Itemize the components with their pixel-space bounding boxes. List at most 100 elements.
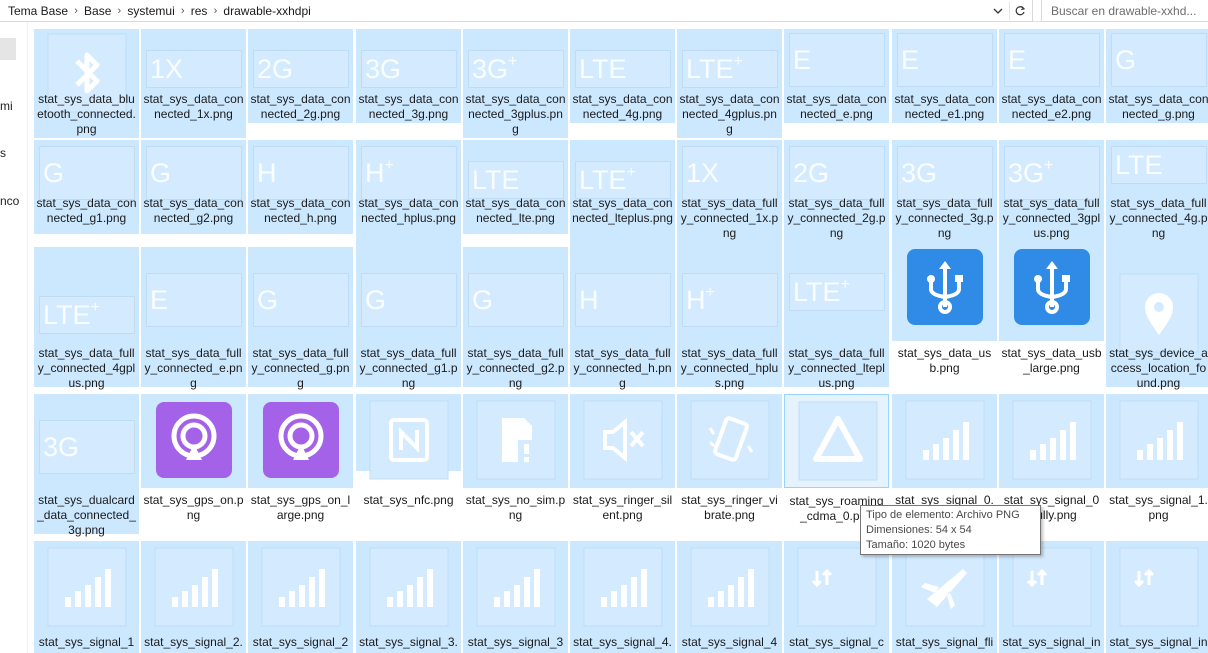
file-item[interactable]: stat_sys_signal_1.png (1106, 394, 1208, 522)
file-name: stat_sys_data_connected_4g.png (572, 92, 673, 121)
search-input[interactable]: Buscar en drawable-xxhd... (1041, 0, 1208, 22)
file-name: stat_sys_data_connected_h.png (250, 196, 351, 225)
network-type-label: LTE+ (686, 52, 743, 84)
file-name: stat_sys_signal_1 (38, 635, 135, 649)
breadcrumb-item[interactable]: Tema Base (8, 4, 68, 18)
file-item[interactable]: stat_sys_ringer_silent.png (570, 394, 675, 522)
file-item[interactable]: stat_sys_signal_in_ (1106, 541, 1208, 653)
network-type-label: H+ (365, 156, 394, 188)
file-name: stat_sys_signal_2 (252, 635, 349, 649)
file-item[interactable]: 3G stat_sys_dualcard_data_connected_3g.pn… (34, 394, 139, 537)
file-thumbnail: LTE (1111, 146, 1207, 184)
file-name: stat_sys_signal_in_ (1109, 635, 1208, 653)
file-thumbnail (905, 547, 985, 627)
file-name: stat_sys_data_fully_connected_h.png (573, 346, 672, 390)
no-sim-icon (476, 400, 556, 480)
file-item[interactable]: stat_sys_signal_3 (463, 541, 568, 653)
file-info-tooltip: Tipo de elemento: Archivo PNG Dimensione… (860, 505, 1041, 555)
file-name: stat_sys_data_connected_e1.png (894, 92, 995, 121)
file-name: stat_sys_ringer_silent.png (572, 493, 673, 522)
network-type-thumbnail: LTE (1111, 146, 1207, 184)
tooltip-dimensions: Dimensiones: 54 x 54 (866, 524, 972, 536)
chevron-right-icon[interactable]: › (175, 5, 191, 17)
file-item[interactable]: stat_sys_nfc.png (356, 394, 461, 507)
file-thumbnail (154, 400, 234, 480)
pane-divider[interactable] (27, 22, 28, 653)
file-item[interactable]: stat_sys_signal_2. (141, 541, 246, 653)
file-item[interactable]: stat_sys_signal_2 (248, 541, 353, 653)
file-item[interactable]: Gstat_sys_data_connected_g.png (1106, 29, 1208, 123)
file-item[interactable]: Estat_sys_data_connected_e1.png (892, 29, 997, 123)
file-item[interactable]: stat_sys_signal_3. (356, 541, 461, 653)
file-item[interactable]: 1X stat_sys_data_fully_connected_1x.png (677, 140, 782, 249)
file-item[interactable]: H+ stat_sys_data_connected_hplus.png (356, 140, 461, 249)
file-item[interactable]: H+ stat_sys_data_fully_connected_hplus.pn… (677, 247, 782, 390)
nav-selected-item[interactable] (0, 38, 16, 60)
nav-item-fragment[interactable]: nco (0, 194, 19, 208)
chevron-right-icon[interactable]: › (111, 5, 127, 17)
file-item[interactable]: Gstat_sys_data_connected_g1.png (34, 140, 139, 234)
file-item[interactable]: Gstat_sys_data_fully_connected_g2.png (463, 247, 568, 390)
file-thumbnail (47, 547, 127, 627)
network-type-label: G (43, 157, 65, 188)
file-item[interactable]: stat_sys_signal_in (999, 541, 1104, 653)
file-name: stat_sys_data_fully_connected_lteplus.pn… (788, 346, 885, 390)
file-item[interactable]: stat_sys_signal_0_fully.png (999, 394, 1104, 522)
file-item[interactable]: stat_sys_data_usb_large.png (999, 247, 1104, 375)
history-dropdown-button[interactable] (989, 2, 1007, 20)
file-item[interactable]: stat_sys_signal_4 (677, 541, 782, 653)
file-thumbnail: G (39, 146, 135, 200)
breadcrumb-item[interactable]: Base (84, 4, 111, 18)
file-item[interactable]: Gstat_sys_data_connected_g2.png (141, 140, 246, 234)
breadcrumb-item[interactable]: systemui (127, 4, 174, 18)
file-item[interactable]: Estat_sys_data_fully_connected_e.png (141, 247, 246, 390)
file-item[interactable]: 3G stat_sys_data_fully_connected_3g.png (892, 140, 997, 249)
nav-item-fragment[interactable]: s (0, 146, 6, 160)
file-item[interactable]: LTE stat_sys_data_connected_4g.png (570, 29, 675, 123)
file-item[interactable]: stat_sys_gps_on_large.png (248, 394, 353, 522)
file-item[interactable]: stat_sys_no_sim.png (463, 394, 568, 522)
file-item[interactable]: stat_sys_signal_0.png (892, 394, 997, 522)
file-item[interactable]: Hstat_sys_data_connected_h.png (248, 140, 353, 234)
file-item[interactable]: stat_sys_gps_on.png (141, 394, 246, 522)
file-item[interactable]: 3G+ stat_sys_data_fully_connected_3gplus.… (999, 140, 1104, 249)
file-item[interactable]: LTE stat_sys_data_connected_lte.png (463, 140, 568, 234)
breadcrumb-item[interactable]: drawable-xxhdpi (223, 4, 310, 18)
file-item[interactable]: LTE+ stat_sys_data_connected_lteplus.png (570, 140, 675, 249)
file-item[interactable]: stat_sys_data_bluetooth_connected.png (34, 29, 139, 138)
file-item[interactable]: stat_sys_data_usb.png (892, 247, 997, 375)
file-item[interactable]: 2G stat_sys_data_connected_2g.png (248, 29, 353, 123)
file-item[interactable]: Estat_sys_data_connected_e2.png (999, 29, 1104, 123)
file-item[interactable]: LTE+ stat_sys_data_fully_connected_lteplu… (784, 247, 889, 390)
refresh-button[interactable] (1009, 2, 1029, 20)
file-item[interactable]: stat_sys_signal_4. (570, 541, 675, 653)
file-item[interactable]: Estat_sys_data_connected_e.png (784, 29, 889, 123)
breadcrumb: Tema Base › Base › systemui › res › draw… (8, 0, 311, 22)
file-item[interactable]: 3G stat_sys_data_connected_3g.png (356, 29, 461, 123)
nav-item-fragment[interactable]: mi (0, 99, 13, 113)
file-item[interactable]: stat_sys_signal_fli (892, 541, 997, 653)
file-item[interactable]: Gstat_sys_data_fully_connected_g.png (248, 247, 353, 390)
tooltip-type: Tipo de elemento: Archivo PNG (866, 509, 1020, 521)
tooltip-size: Tamaño: 1020 bytes (866, 539, 966, 551)
file-thumbnail: G (468, 273, 564, 327)
chevron-right-icon[interactable]: › (68, 5, 84, 17)
file-item[interactable]: LTE+ stat_sys_data_connected_4gplus.png (677, 29, 782, 138)
file-item[interactable]: LTE stat_sys_data_fully_connected_4g.png (1106, 140, 1208, 249)
address-bar: Tema Base › Base › systemui › res › draw… (0, 0, 1208, 22)
file-item[interactable]: 1X stat_sys_data_connected_1x.png (141, 29, 246, 138)
file-item[interactable]: stat_sys_device_access_location_found.pn… (1106, 247, 1208, 390)
file-item[interactable]: 3G+ stat_sys_data_connected_3gplus.png (463, 29, 568, 138)
file-item[interactable]: stat_sys_signal_c (784, 541, 889, 653)
file-thumbnail: 2G (789, 146, 885, 200)
file-item[interactable]: Gstat_sys_data_fully_connected_g1.png (356, 247, 461, 390)
file-item[interactable]: stat_sys_signal_1 (34, 541, 139, 653)
file-item[interactable]: LTE+ stat_sys_data_fully_connected_4gplus… (34, 247, 139, 390)
file-thumbnail: LTE+ (789, 273, 885, 311)
file-item[interactable]: Hstat_sys_data_fully_connected_h.png (570, 247, 675, 390)
breadcrumb-item[interactable]: res (191, 4, 208, 18)
chevron-right-icon[interactable]: › (207, 5, 223, 17)
file-item[interactable]: stat_sys_ringer_vibrate.png (677, 394, 782, 522)
file-item[interactable]: 2G stat_sys_data_fully_connected_2g.png (784, 140, 889, 249)
file-item[interactable]: stat_sys_roaming_cdma_0.png (784, 394, 889, 523)
